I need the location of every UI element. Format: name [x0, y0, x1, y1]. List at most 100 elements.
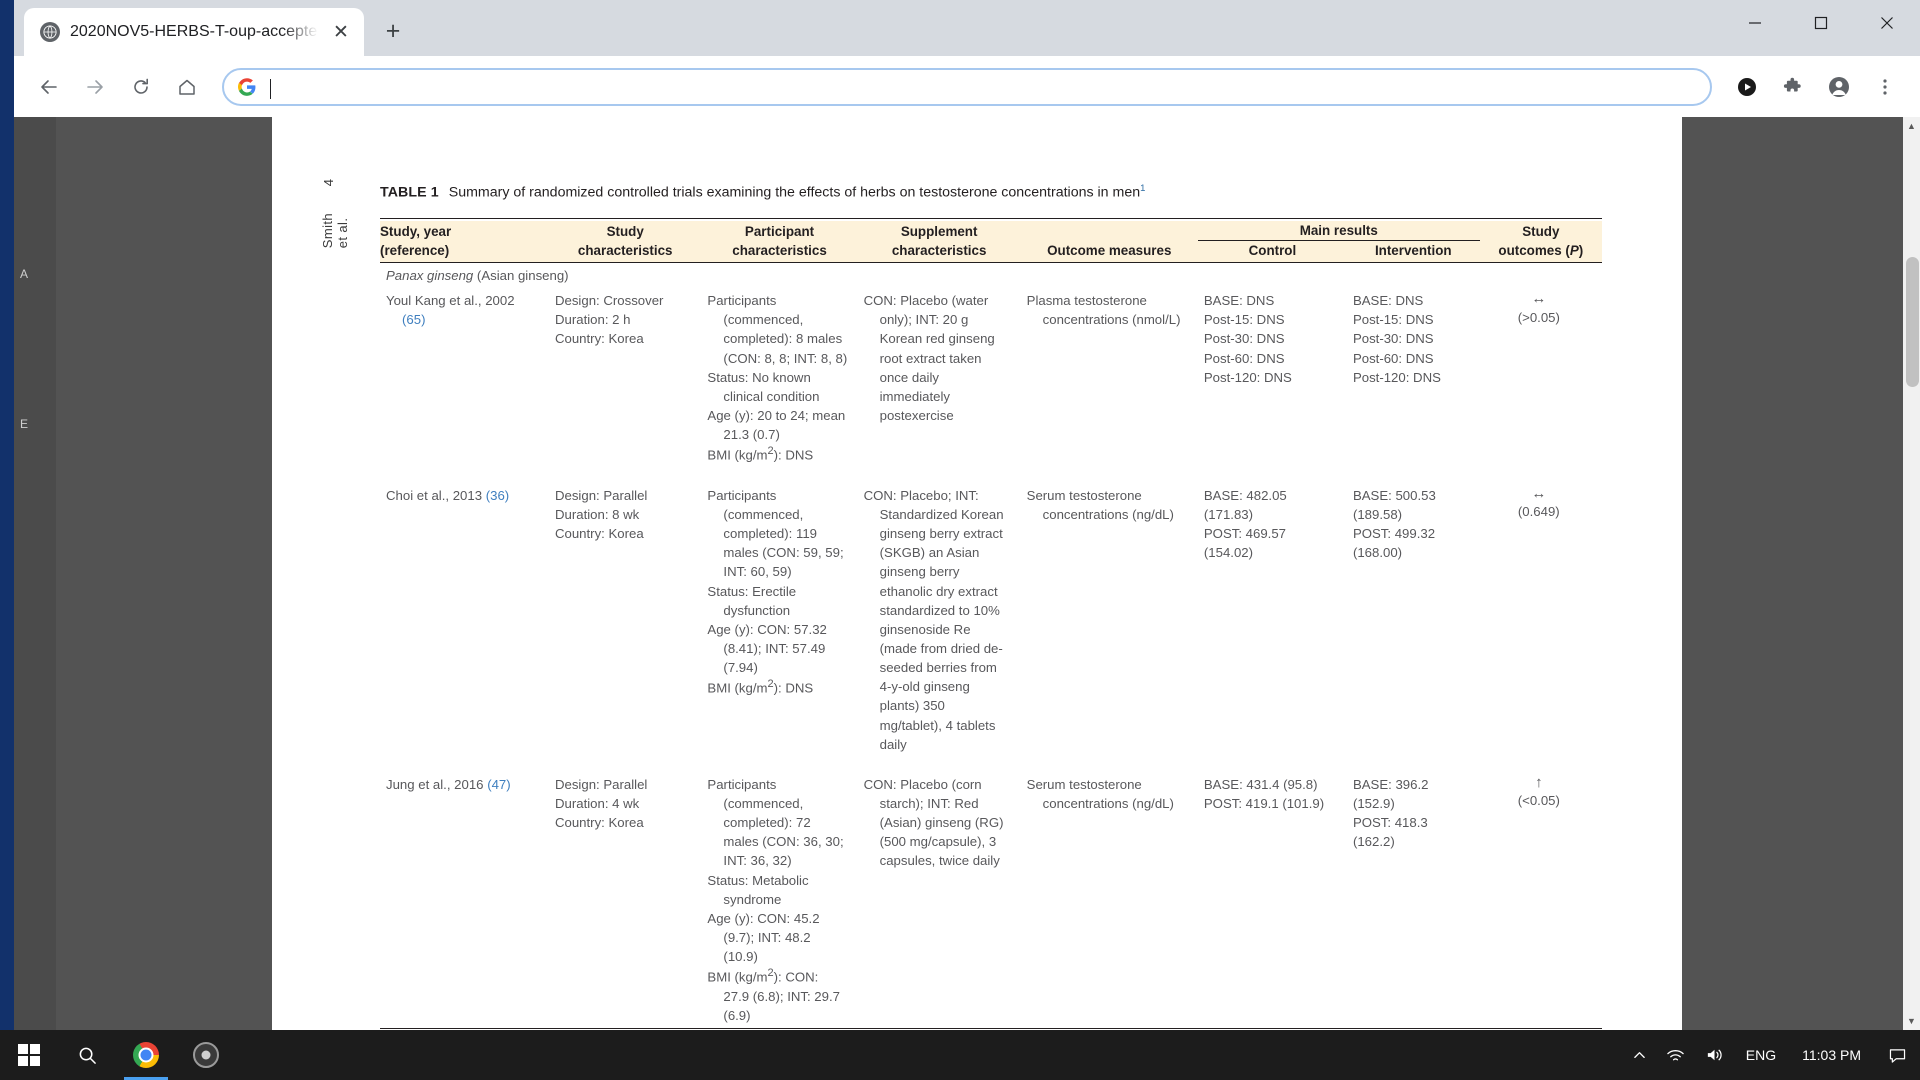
col-header-supplement-characteristics: Supplement characteristics: [857, 220, 1021, 261]
window-controls: [1722, 0, 1920, 46]
study-name-text: Jung et al., 2016 (47): [386, 776, 511, 792]
tab-strip: 2020NOV5-HERBS-T-oup-accepted ✕ +: [14, 0, 1920, 56]
intervention-value: Post-120: DNS: [1352, 369, 1441, 385]
home-icon[interactable]: [166, 66, 208, 108]
taskbar-clock[interactable]: 11:03 PM: [1788, 1030, 1875, 1080]
outcome-p-value: (0.649): [1517, 504, 1560, 520]
browser-window: 2020NOV5-HERBS-T-oup-accepted ✕ + A E 4 …: [0, 0, 1920, 1030]
chrome-icon: [133, 1042, 159, 1068]
scroll-down-arrow-icon[interactable]: ▼: [1905, 1014, 1918, 1028]
cell-participant-characteristics: Participants (commenced, completed): 72 …: [701, 757, 857, 1029]
col-header-study-outcomes-line1: Study: [1522, 223, 1560, 239]
taskbar-app-chrome[interactable]: [116, 1030, 176, 1080]
summary-table: Study, year (reference) Study characteri…: [380, 218, 1602, 1030]
participants-status: Status: Erectile dysfunction: [707, 583, 797, 618]
control-value: Post-60: DNS: [1203, 350, 1285, 366]
control-value: BASE: 482.05 (171.83): [1203, 487, 1287, 522]
reload-icon[interactable]: [120, 66, 162, 108]
desktop-background-edge: [0, 0, 14, 1030]
intervention-value: Post-60: DNS: [1352, 350, 1434, 366]
participants-status: Status: Metabolic syndrome: [707, 872, 809, 907]
tray-network-icon[interactable]: [1656, 1030, 1695, 1080]
table-body: Panax ginseng (Asian ginseng) Youl Kang …: [380, 263, 1602, 1030]
col-header-control: Control: [1197, 240, 1347, 261]
outcome-p-value: (<0.05): [1517, 793, 1560, 809]
study-country: Country: Korea: [554, 815, 644, 831]
participants-age: Age (y): CON: 57.32 (8.41); INT: 57.49 (…: [707, 621, 827, 676]
start-button[interactable]: [0, 1030, 58, 1080]
cell-outcome-measures: Serum testosterone concentrations (ng/dL…: [1021, 468, 1198, 757]
cell-study-year: Jung et al., 2016 (47): [380, 757, 549, 1029]
close-window-button[interactable]: [1854, 0, 1920, 46]
page-scrollbar[interactable]: ▲ ▼: [1903, 117, 1920, 1030]
col-header-study-characteristics: Study characteristics: [548, 220, 702, 261]
control-value: BASE: 431.4 (95.8): [1203, 776, 1318, 792]
cell-study-characteristics: Design: Parallel Duration: 8 wk Country:…: [549, 468, 701, 757]
table-section-heading-row: Panax ginseng (Asian ginseng): [380, 263, 1602, 289]
col-header-supp-char-line1: Supplement: [900, 223, 978, 239]
col-header-participant-characteristics: Participant characteristics: [701, 220, 858, 261]
cell-study-outcome: ↔ (0.649): [1480, 468, 1602, 757]
supplement-text: CON: Placebo (corn starch); INT: Red (As…: [863, 776, 1004, 869]
browser-tab[interactable]: 2020NOV5-HERBS-T-oup-accepted ✕: [24, 8, 364, 56]
tab-close-icon[interactable]: ✕: [328, 19, 354, 45]
address-bar-input[interactable]: [268, 78, 1696, 95]
cell-intervention-results: BASE: 500.53 (189.58) POST: 499.32 (168.…: [1347, 468, 1480, 757]
cell-study-outcome: ↔ (>0.05): [1480, 288, 1602, 468]
study-design: Design: Parallel: [554, 487, 648, 503]
back-icon[interactable]: [28, 66, 70, 108]
supplement-text: CON: Placebo (water only); INT: 20 g Kor…: [863, 293, 995, 424]
col-header-study-year: Study, year (reference): [380, 220, 549, 261]
table-row: Jung et al., 2016 (47) Design: Parallel …: [380, 757, 1602, 1029]
cell-study-characteristics: Design: Parallel Duration: 4 wk Country:…: [549, 757, 701, 1029]
study-duration: Duration: 4 wk: [554, 795, 640, 811]
participants-bmi: BMI (kg/m2): CON: 27.9 (6.8); INT: 29.7 …: [707, 967, 840, 1023]
col-header-study-outcomes: Study outcomes (P): [1479, 220, 1602, 261]
cell-control-results: BASE: 431.4 (95.8) POST: 419.1 (101.9): [1198, 757, 1347, 1029]
extensions-puzzle-icon[interactable]: [1772, 66, 1814, 108]
address-bar[interactable]: [222, 67, 1712, 106]
cell-outcome-measures: Serum testosterone concentrations (ng/dL…: [1021, 757, 1198, 1029]
cell-outcome-measures: Plasma testosterone concentrations (nmol…: [1021, 288, 1198, 468]
new-tab-button[interactable]: +: [376, 14, 410, 48]
page-viewport: A E 4 Smith et al. TABLE 1 Summary of ran…: [14, 117, 1920, 1030]
scrollbar-thumb[interactable]: [1906, 257, 1919, 387]
study-reference-number: 36: [490, 487, 505, 503]
taskbar-search-button[interactable]: [58, 1030, 116, 1080]
intervention-value: Post-30: DNS: [1352, 331, 1434, 347]
tray-volume-icon[interactable]: [1695, 1030, 1734, 1080]
media-control-icon[interactable]: [1726, 66, 1768, 108]
taskbar-app-recorder[interactable]: [176, 1030, 236, 1080]
participants-count: Participants (commenced, completed): 8 m…: [707, 293, 848, 366]
col-header-part-char-line1: Participant: [744, 223, 815, 239]
participants-status: Status: No known clinical condition: [707, 369, 820, 404]
col-header-intervention: Intervention: [1346, 240, 1480, 261]
cell-participant-characteristics: Participants (commenced, completed): 8 m…: [701, 288, 857, 468]
tray-language-indicator[interactable]: ENG: [1734, 1030, 1788, 1080]
section-heading-italic: Panax ginseng: [386, 268, 474, 284]
action-center-icon[interactable]: [1875, 1030, 1920, 1080]
table-row: Youl Kang et al., 2002 (65) Design: Cros…: [380, 288, 1602, 468]
browser-menu-icon[interactable]: [1864, 66, 1906, 108]
outcome-direction-icon: ↑: [1535, 773, 1543, 791]
col-header-main-results: Main results: [1197, 220, 1480, 242]
page-number: 4: [321, 179, 336, 187]
maximize-button[interactable]: [1788, 0, 1854, 46]
forward-icon[interactable]: [74, 66, 116, 108]
minimize-button[interactable]: [1722, 0, 1788, 46]
control-value: POST: 419.1 (101.9): [1203, 795, 1325, 811]
outcome-direction-icon: ↔: [1531, 484, 1547, 502]
study-reference-link[interactable]: (47): [487, 777, 510, 792]
study-reference-link[interactable]: (36): [486, 488, 509, 503]
study-design: Design: Crossover: [554, 293, 664, 309]
table-caption: TABLE 1 Summary of randomized controlled …: [380, 183, 1602, 202]
control-value: Post-30: DNS: [1203, 331, 1285, 347]
table-label: TABLE 1: [380, 184, 439, 201]
study-reference-link[interactable]: (65): [386, 312, 425, 327]
col-header-study-year-line1: Study, year: [380, 223, 452, 239]
scroll-up-arrow-icon[interactable]: ▲: [1905, 119, 1918, 133]
cell-supplement-characteristics: CON: Placebo (corn starch); INT: Red (As…: [858, 757, 1021, 1029]
intervention-value: BASE: 500.53 (189.58): [1352, 487, 1436, 522]
tray-chevron-up-icon[interactable]: [1623, 1030, 1656, 1080]
profile-avatar-icon[interactable]: [1818, 66, 1860, 108]
